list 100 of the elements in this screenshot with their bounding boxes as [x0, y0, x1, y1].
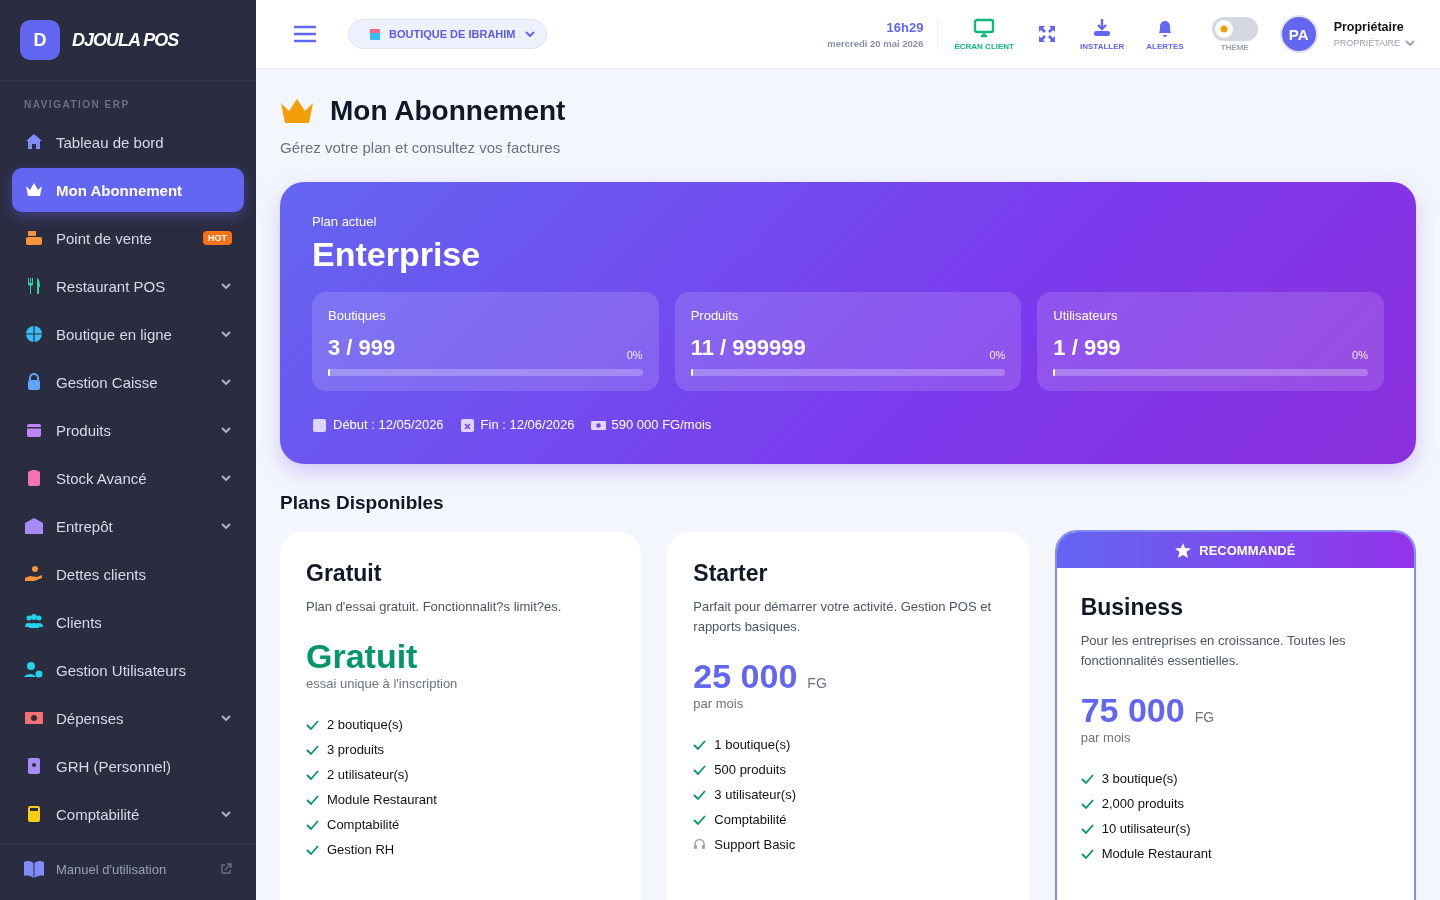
shop-icon — [369, 28, 381, 40]
user-gear-icon — [24, 660, 44, 680]
sidebar-item[interactable]: Clients — [12, 600, 244, 644]
check-icon — [693, 813, 707, 826]
usage-label: Boutiques — [328, 308, 387, 323]
theme-label: THÈME — [1220, 42, 1249, 52]
usage-percent: 0% — [626, 349, 643, 361]
sidebar-item[interactable]: Dettes clients — [12, 552, 244, 596]
sun-icon — [1218, 23, 1229, 34]
globe-icon — [24, 324, 44, 344]
currency: FG — [1194, 709, 1215, 725]
clock-date: mercredi 20 mai 2026 — [827, 37, 924, 49]
headset-icon — [693, 838, 707, 851]
plan-price: 590 000 FG/mois — [611, 417, 712, 432]
calendar-icon — [459, 417, 475, 432]
usage-percent: 0% — [989, 349, 1006, 361]
alerts-button[interactable]: ALERTES — [1140, 17, 1190, 51]
feature-text: Comptabilité — [327, 817, 400, 832]
check-icon — [306, 743, 319, 756]
feature-text: 3 boutique(s) — [1101, 771, 1178, 786]
plan-price: 75 000 — [1080, 691, 1185, 730]
feature-text: Gestion RH — [327, 842, 395, 857]
plan-title: Gratuit — [306, 560, 383, 587]
plan-price: 25 000 — [693, 657, 798, 696]
sidebar-item[interactable]: Produits — [12, 408, 244, 452]
user-avatar[interactable]: PA — [1279, 15, 1318, 53]
usage-label: Utilisateurs — [1053, 308, 1119, 323]
currency: FG — [807, 675, 827, 691]
sidebar-item[interactable]: GRH (Personnel) — [12, 744, 244, 788]
expand-icon — [1036, 23, 1058, 45]
sidebar-item[interactable]: Point de vente HOT — [12, 216, 244, 260]
user-role: PROPRIÉTAIRE — [1333, 37, 1400, 48]
feature-text: 3 produits — [327, 742, 385, 757]
manual-link[interactable]: Manuel d'utilisation — [0, 843, 256, 900]
sidebar-item[interactable]: Tableau de bord — [12, 120, 244, 164]
chevron-down-icon — [523, 28, 536, 40]
sidebar-item[interactable]: Stock Avancé — [12, 456, 244, 500]
check-icon — [1080, 847, 1094, 860]
feature-text: 2,000 produits — [1101, 796, 1185, 811]
book-icon — [24, 860, 44, 878]
menu-icon[interactable] — [294, 25, 316, 43]
check-icon — [693, 788, 707, 801]
section-title: Plans Disponibles — [280, 492, 445, 514]
feature-text: 10 utilisateur(s) — [1101, 821, 1191, 836]
check-icon — [306, 793, 319, 806]
feature-text: 500 produits — [714, 762, 786, 777]
plan-description: Pour les entreprises en croissance. Toutes les fonctionnalités essentielles. — [1080, 632, 1347, 670]
hot-badge: HOT — [203, 231, 232, 245]
check-icon — [306, 818, 319, 831]
external-link-icon — [220, 863, 232, 875]
usage-value: 11 / 999999 — [690, 335, 806, 361]
feature-text: Module Restaurant — [327, 792, 437, 807]
page-title: Mon Abonnement — [330, 95, 566, 127]
cash-register-icon — [24, 228, 44, 248]
plan-title: Business — [1080, 594, 1184, 621]
plan-label: Plan actuel — [312, 214, 378, 229]
feature-text: 2 utilisateur(s) — [327, 767, 409, 782]
theme-toggle[interactable] — [1211, 16, 1258, 41]
sidebar-item[interactable]: Comptabilité — [12, 792, 244, 836]
sidebar-item[interactable]: Entrepôt — [12, 504, 244, 548]
usage-label: Produits — [690, 308, 740, 323]
usage-value: 1 / 999 — [1053, 335, 1121, 361]
section-label: NAVIGATION ERP — [23, 98, 131, 112]
plan-price: Gratuit — [306, 637, 418, 676]
hand-coin-icon — [24, 564, 44, 584]
store-selector[interactable]: BOUTIQUE DE IBRAHIM — [348, 19, 547, 49]
install-button[interactable]: INSTALLER — [1074, 17, 1131, 51]
crown-icon — [280, 98, 314, 124]
usage-value: 3 / 999 — [328, 335, 396, 361]
feature-text: Support Basic — [714, 837, 796, 852]
sidebar-item[interactable]: Mon Abonnement — [12, 168, 244, 212]
check-icon — [306, 843, 319, 856]
check-icon — [693, 738, 707, 751]
price-note: par mois — [1080, 730, 1132, 745]
check-icon — [1080, 822, 1094, 835]
plan-description: Parfait pour démarrer votre activité. Gestion POS et rapports basiques. — [693, 598, 992, 636]
clock-time: 16h29 — [886, 19, 924, 35]
brand-name: DJOULA POS — [72, 29, 179, 51]
sidebar-item[interactable]: Restaurant POS — [12, 264, 244, 308]
feature-text: Comptabilité — [714, 812, 787, 827]
check-icon — [306, 718, 319, 731]
feature-text: 3 utilisateur(s) — [714, 787, 796, 802]
sidebar-item[interactable]: Boutique en ligne — [12, 312, 244, 356]
check-icon — [306, 768, 319, 781]
recommended-ribbon: RECOMMANDÉ — [1056, 532, 1414, 568]
user-name: Propriétaire — [1333, 19, 1405, 34]
warehouse-icon — [24, 516, 44, 536]
start-date: Début : 12/05/2026 — [333, 417, 444, 432]
house-icon — [24, 132, 44, 152]
check-icon — [1080, 797, 1094, 810]
sidebar-item[interactable]: Gestion Utilisateurs — [12, 648, 244, 692]
plan-name: Enterprise — [312, 235, 482, 274]
monitor-icon — [973, 17, 996, 39]
page-subtitle: Gérez votre plan et consultez vos factures — [280, 139, 562, 156]
sidebar-item[interactable]: Gestion Caisse — [12, 360, 244, 404]
sidebar-item[interactable]: Dépenses — [12, 696, 244, 740]
check-icon — [693, 763, 707, 776]
logo-badge: D — [20, 20, 60, 60]
plan-title: Starter — [693, 560, 769, 587]
plan-description: Plan d'essai gratuit. Fonctionnalit?s limit?es. — [306, 598, 563, 616]
